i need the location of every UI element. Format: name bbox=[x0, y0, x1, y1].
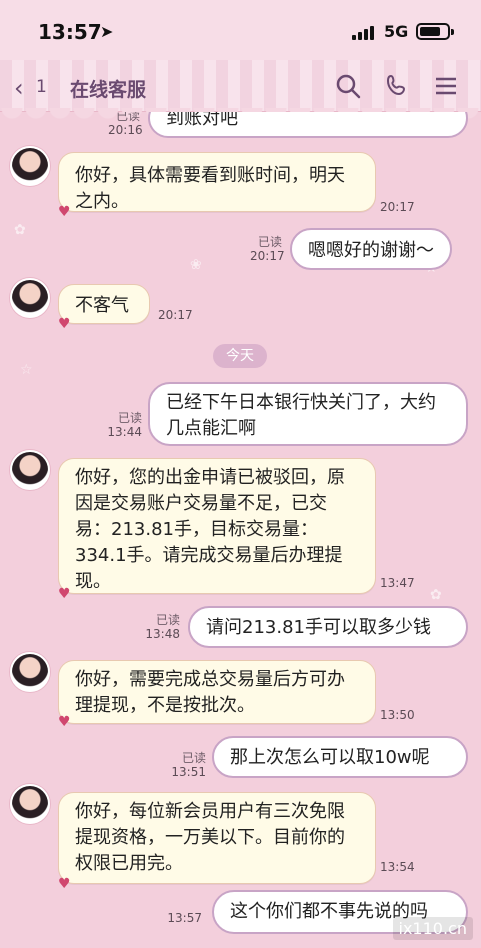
phone-icon[interactable] bbox=[384, 72, 412, 100]
network-type: 5G bbox=[384, 22, 409, 41]
battery-icon bbox=[416, 23, 454, 40]
message-meta: 已读 20:16 bbox=[108, 112, 143, 137]
message-text: 不客气 bbox=[75, 295, 129, 316]
message-text: 已经下午日本银行快关门了，大约几点能汇啊 bbox=[166, 392, 436, 440]
agent-avatar[interactable] bbox=[10, 146, 50, 186]
message-bubble[interactable]: 你好，具体需要看到账时间，明天之内。 bbox=[58, 152, 376, 212]
heart-icon: ♥ bbox=[58, 714, 71, 730]
message-meta: 已读 13:51 bbox=[171, 751, 206, 779]
message-bubble[interactable]: 已经下午日本银行快关门了，大约几点能汇啊 bbox=[148, 382, 468, 446]
message-meta: 已读 20:17 bbox=[250, 235, 285, 263]
message-bubble[interactable]: 到账对吧 bbox=[148, 112, 468, 138]
message-meta: 已读 13:44 bbox=[107, 411, 142, 439]
status-bar: 13:57 ➤ 5G bbox=[0, 0, 481, 60]
location-arrow-icon: ➤ bbox=[100, 22, 114, 41]
message-text: 你好，您的出金申请已被驳回，原因是交易账户交易量不足，已交易：213.81手，目… bbox=[75, 467, 345, 593]
message-bubble[interactable]: 你好，需要完成总交易量后方可办理提现，不是按批次。 bbox=[58, 660, 376, 724]
message-meta: 13:57 bbox=[167, 911, 202, 925]
search-icon[interactable] bbox=[334, 72, 362, 100]
message-bubble[interactable]: 那上次怎么可以取10w呢 bbox=[212, 736, 468, 778]
message-time: 20:17 bbox=[158, 308, 193, 322]
heart-icon: ♥ bbox=[58, 876, 71, 892]
message-text: 请问213.81手可以取多少钱 bbox=[206, 617, 431, 638]
agent-avatar[interactable] bbox=[10, 278, 50, 318]
message-bubble[interactable]: 请问213.81手可以取多少钱 bbox=[188, 606, 468, 648]
message-text: 你好，需要完成总交易量后方可办理提现，不是按批次。 bbox=[75, 669, 345, 717]
heart-icon: ♥ bbox=[58, 204, 71, 220]
message-bubble[interactable]: 不客气 bbox=[58, 284, 150, 324]
message-bubble[interactable]: 嗯嗯好的谢谢～ bbox=[290, 228, 452, 270]
status-time: 13:57 bbox=[38, 20, 102, 44]
date-separator: 今天 bbox=[213, 344, 267, 368]
message-time: 13:47 bbox=[380, 576, 415, 590]
heart-icon: ♥ bbox=[58, 586, 71, 602]
message-bubble[interactable]: 你好，每位新会员用户有三次免限提现资格，一万美以下。目前你的权限已用完。 bbox=[58, 792, 376, 884]
message-text: 那上次怎么可以取10w呢 bbox=[230, 747, 430, 768]
back-count[interactable]: 1 bbox=[36, 77, 47, 97]
agent-avatar[interactable] bbox=[10, 652, 50, 692]
message-meta: 已读 13:48 bbox=[145, 613, 180, 641]
message-time: 13:54 bbox=[380, 860, 415, 874]
message-time: 20:17 bbox=[380, 200, 415, 214]
chat-title: 在线客服 bbox=[70, 79, 147, 101]
message-text: 你好，具体需要看到账时间，明天之内。 bbox=[75, 165, 345, 213]
heart-icon: ♥ bbox=[58, 316, 71, 332]
message-text: 嗯嗯好的谢谢～ bbox=[308, 240, 434, 261]
menu-icon[interactable] bbox=[432, 72, 460, 100]
message-text: 你好，每位新会员用户有三次免限提现资格，一万美以下。目前你的权限已用完。 bbox=[75, 801, 345, 875]
message-text: 到账对吧 bbox=[166, 112, 238, 129]
watermark: ix110.cn bbox=[392, 917, 473, 940]
signal-strength-icon bbox=[352, 24, 378, 40]
chat-header: ‹ 1 在线客服 bbox=[0, 60, 481, 112]
agent-avatar[interactable] bbox=[10, 784, 50, 824]
agent-avatar[interactable] bbox=[10, 450, 50, 490]
message-bubble[interactable]: 你好，您的出金申请已被驳回，原因是交易账户交易量不足，已交易：213.81手，目… bbox=[58, 458, 376, 594]
chat-area[interactable]: ✿ ❀ ★ ☆ ✿ ❀ 已读 20:16 到账对吧 你好，具体需要看到账时间，明… bbox=[0, 112, 481, 948]
back-button[interactable]: ‹ bbox=[14, 74, 24, 102]
message-time: 13:50 bbox=[380, 708, 415, 722]
